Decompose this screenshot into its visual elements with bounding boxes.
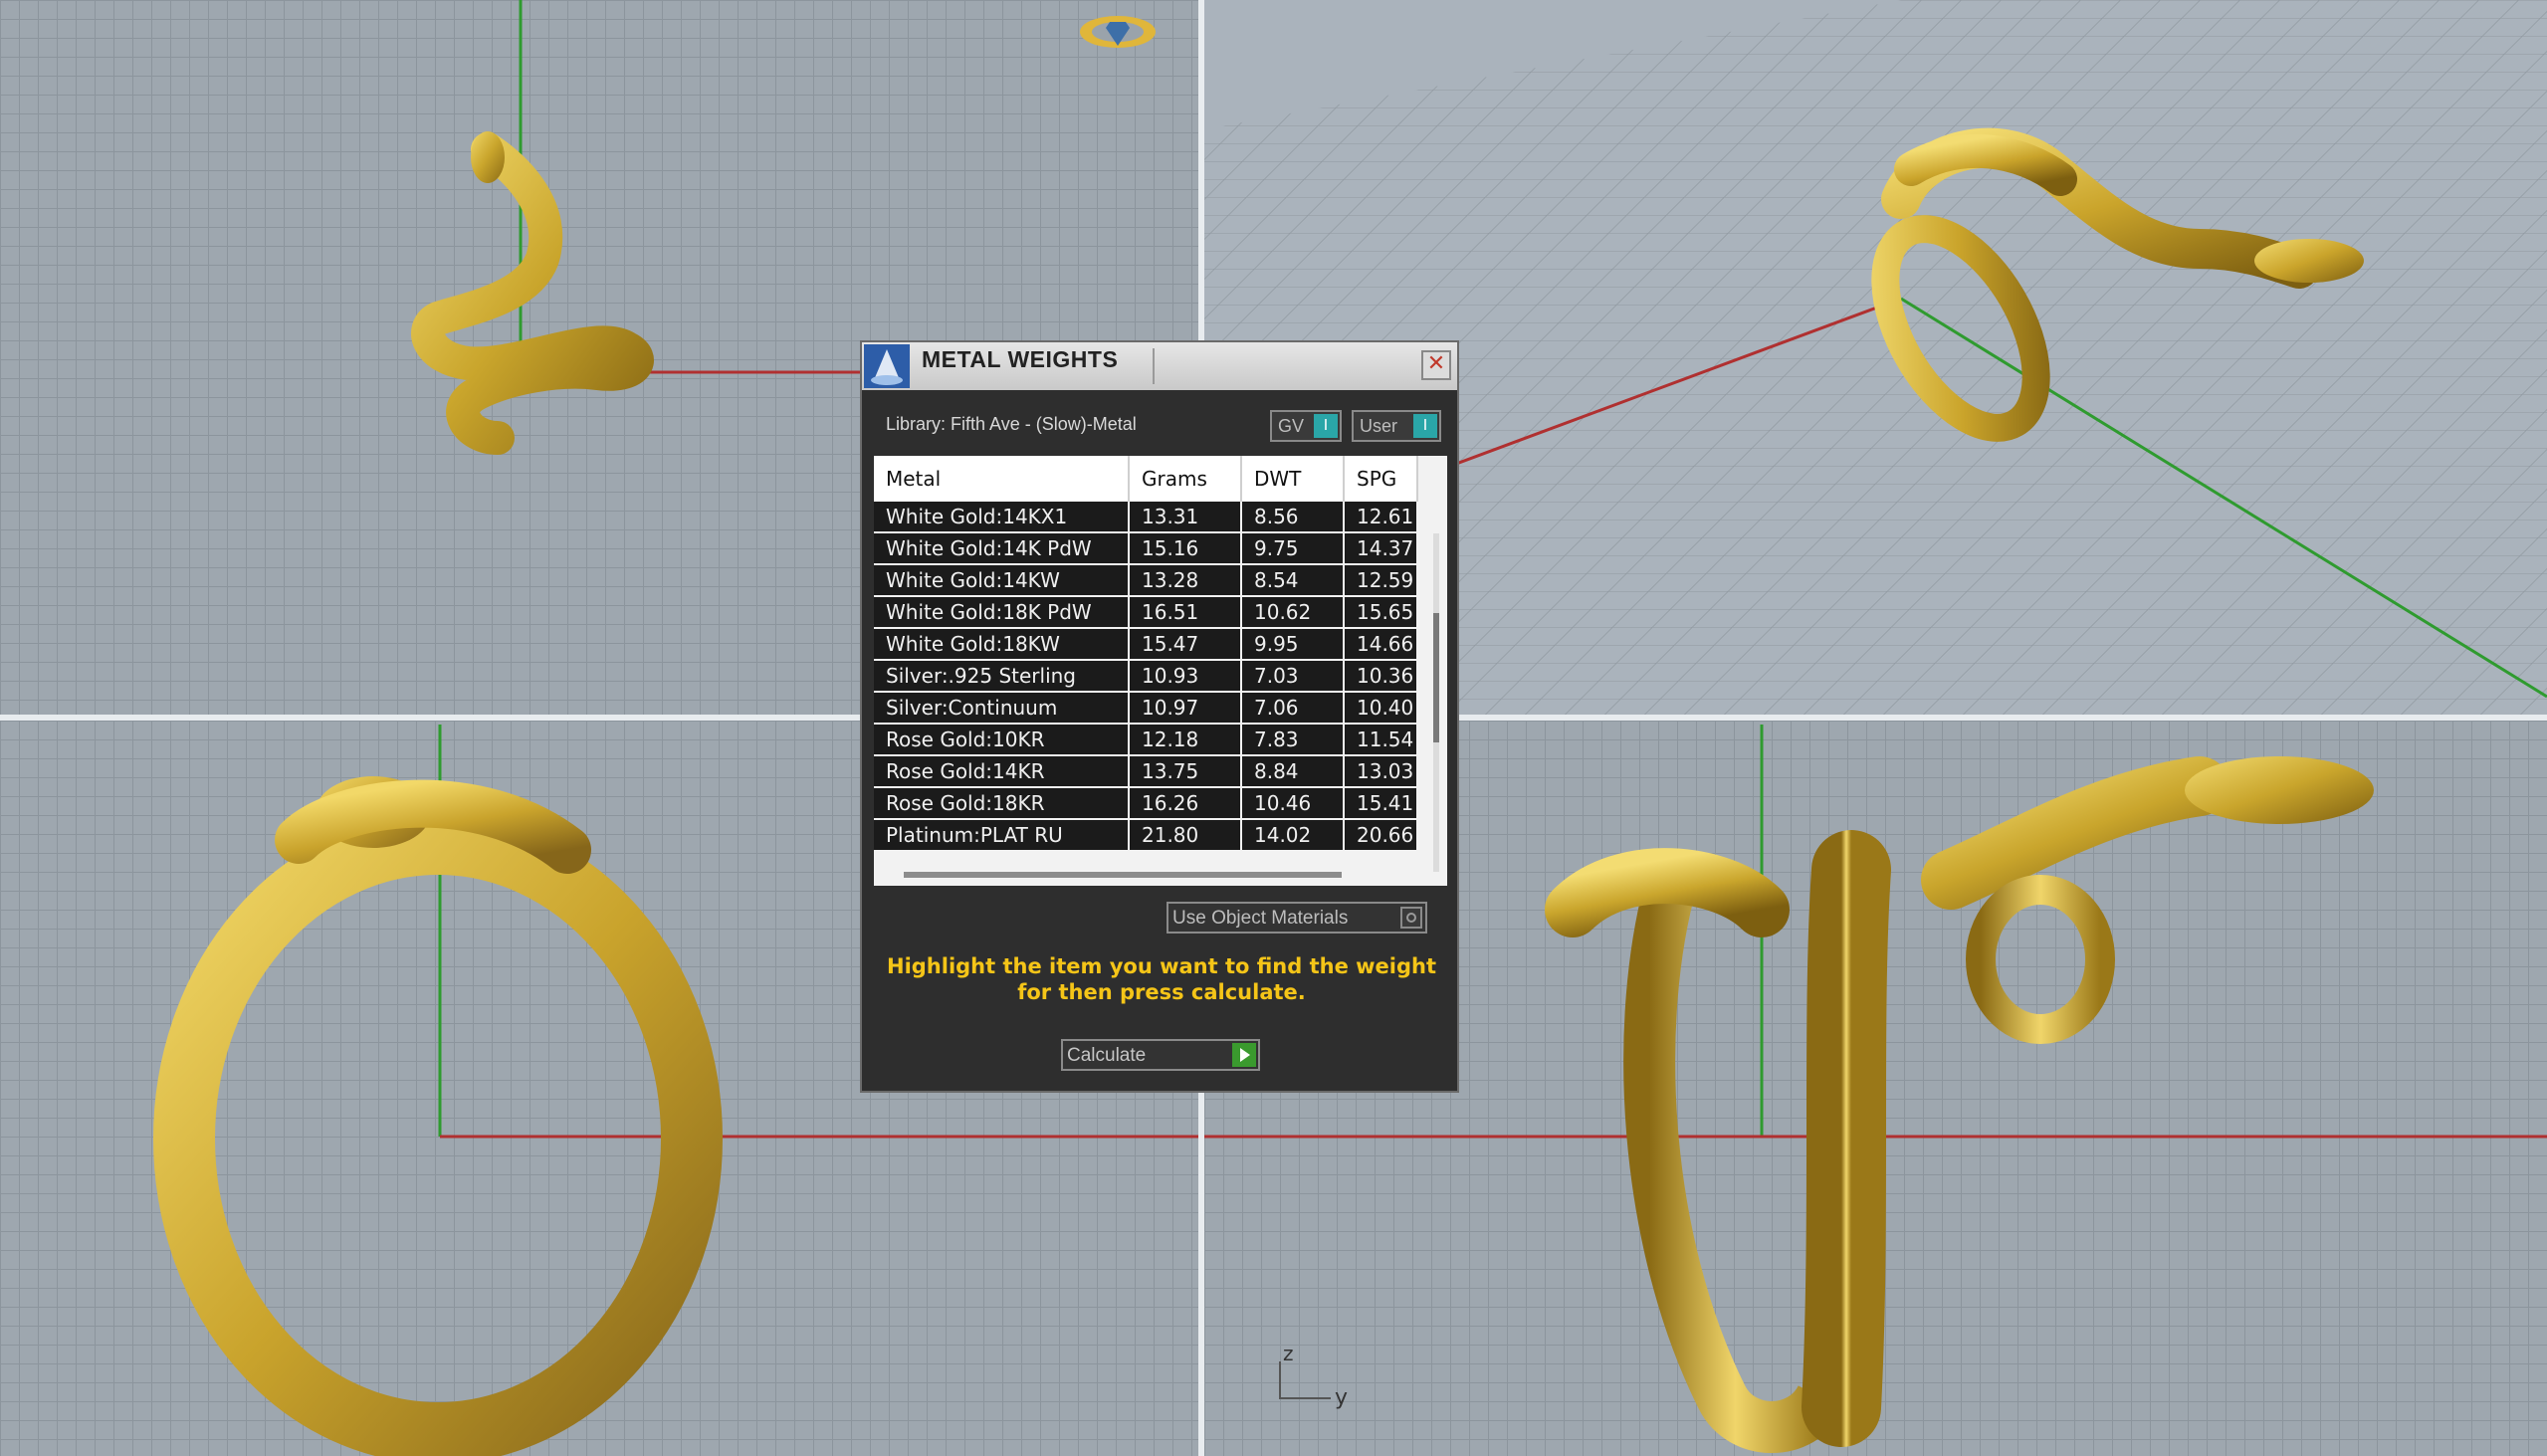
cell-grams[interactable]: 13.31 — [1129, 502, 1242, 533]
cell-spg[interactable]: 14.66 — [1344, 628, 1418, 661]
cell-metal[interactable]: Rose Gold:10KR — [874, 724, 1130, 756]
cell-metal[interactable]: Silver:.925 Sterling — [874, 660, 1130, 693]
cell-metal[interactable]: White Gold:14K PdW — [874, 532, 1130, 565]
cell-grams[interactable]: 16.26 — [1129, 787, 1242, 820]
table-row[interactable]: Rose Gold:10KR 12.18 7.83 11.54 — [874, 724, 1418, 756]
cell-metal[interactable]: White Gold:18KW — [874, 628, 1130, 661]
snake-ring-right-view — [1545, 756, 2374, 1453]
calculate-button[interactable]: Calculate — [1061, 1039, 1260, 1071]
user-toggle-label: User — [1360, 416, 1398, 436]
cell-metal[interactable]: Platinum:PLAT RU — [874, 819, 1130, 852]
cell-metal[interactable]: White Gold:14KX1 — [874, 502, 1130, 533]
cell-dwt[interactable]: 9.75 — [1241, 532, 1345, 565]
play-arrow-icon — [1232, 1043, 1256, 1067]
cell-spg[interactable]: 11.54 — [1344, 724, 1418, 756]
cell-spg[interactable]: 10.40 — [1344, 692, 1418, 725]
vertical-scrollbar-thumb[interactable] — [1433, 613, 1439, 742]
close-icon[interactable]: ✕ — [1421, 350, 1451, 380]
calculate-label: Calculate — [1067, 1045, 1147, 1066]
header-grams[interactable]: Grams — [1129, 456, 1242, 502]
cell-dwt[interactable]: 9.95 — [1241, 628, 1345, 661]
metal-weights-dialog: METAL WEIGHTS ✕ Library: Fifth Ave - (Sl… — [860, 340, 1459, 1093]
radio-icon[interactable] — [1400, 907, 1422, 929]
gv-toggle[interactable]: GV I — [1270, 410, 1342, 442]
cell-dwt[interactable]: 7.06 — [1241, 692, 1345, 725]
table-row[interactable]: Rose Gold:14KR 13.75 8.84 13.03 — [874, 755, 1418, 788]
cell-dwt[interactable]: 7.03 — [1241, 660, 1345, 693]
header-metal[interactable]: Metal — [874, 456, 1130, 502]
snake-ring-front-view — [153, 776, 723, 1456]
horizontal-scrollbar[interactable] — [904, 872, 1342, 878]
header-dwt[interactable]: DWT — [1241, 456, 1345, 502]
cell-grams[interactable]: 13.75 — [1129, 755, 1242, 788]
axis-widget-horizontal — [1279, 1397, 1331, 1399]
toggle-knob-icon: I — [1413, 414, 1437, 438]
table-row[interactable]: Rose Gold:18KR 16.26 10.46 15.41 — [874, 787, 1418, 820]
cell-dwt[interactable]: 8.54 — [1241, 564, 1345, 597]
cell-grams[interactable]: 13.28 — [1129, 564, 1242, 597]
use-object-materials-label: Use Object Materials — [1172, 908, 1349, 929]
cell-spg[interactable]: 12.59 — [1344, 564, 1418, 597]
cell-dwt[interactable]: 7.83 — [1241, 724, 1345, 756]
cell-spg[interactable]: 20.66 — [1344, 819, 1418, 852]
cell-dwt[interactable]: 14.02 — [1241, 819, 1345, 852]
cell-spg[interactable]: 10.36 — [1344, 660, 1418, 693]
header-spg[interactable]: SPG — [1344, 456, 1418, 502]
instruction-hint: Highlight the item you want to find the … — [887, 954, 1436, 1004]
toggle-knob-icon: I — [1314, 414, 1338, 438]
user-toggle[interactable]: User I — [1352, 410, 1441, 442]
axis-label-y: y — [1335, 1385, 1349, 1410]
vertical-scrollbar[interactable] — [1433, 533, 1439, 872]
gemvision-logo-icon — [1080, 16, 1156, 48]
cell-grams[interactable]: 15.16 — [1129, 532, 1242, 565]
cell-spg[interactable]: 15.65 — [1344, 596, 1418, 629]
cell-grams[interactable]: 15.47 — [1129, 628, 1242, 661]
snake-ring-top-view — [411, 131, 654, 455]
table-row[interactable]: Silver:Continuum 10.97 7.06 10.40 — [874, 692, 1418, 725]
cell-metal[interactable]: Rose Gold:14KR — [874, 755, 1130, 788]
dialog-titlebar[interactable]: METAL WEIGHTS ✕ — [862, 342, 1457, 390]
use-object-materials-option[interactable]: Use Object Materials — [1167, 902, 1427, 934]
table-row[interactable]: White Gold:14KW 13.28 8.54 12.59 — [874, 564, 1418, 597]
dialog-title: METAL WEIGHTS — [922, 346, 1119, 372]
table-row[interactable]: White Gold:14KX1 13.31 8.56 12.61 — [874, 502, 1418, 533]
metal-weights-table[interactable]: Metal Grams DWT SPG White Gold:14KX1 13.3… — [874, 456, 1447, 886]
cell-dwt[interactable]: 8.84 — [1241, 755, 1345, 788]
cell-grams[interactable]: 16.51 — [1129, 596, 1242, 629]
cell-spg[interactable]: 15.41 — [1344, 787, 1418, 820]
cell-grams[interactable]: 21.80 — [1129, 819, 1242, 852]
cell-dwt[interactable]: 10.46 — [1241, 787, 1345, 820]
cell-metal[interactable]: Silver:Continuum — [874, 692, 1130, 725]
library-label: Library: Fifth Ave - (Slow)-Metal — [886, 414, 1137, 434]
cell-spg[interactable]: 13.03 — [1344, 755, 1418, 788]
table-row[interactable]: White Gold:18K PdW 16.51 10.62 15.65 — [874, 596, 1418, 629]
cell-spg[interactable]: 14.37 — [1344, 532, 1418, 565]
table-header-row: Metal Grams DWT SPG — [874, 456, 1418, 502]
cell-metal[interactable]: Rose Gold:18KR — [874, 787, 1130, 820]
axis-widget: z y — [1279, 1342, 1359, 1410]
titlebar-separator — [1153, 348, 1155, 384]
cell-dwt[interactable]: 8.56 — [1241, 502, 1345, 533]
table-row[interactable]: White Gold:14K PdW 15.16 9.75 14.37 — [874, 532, 1418, 565]
cell-spg[interactable]: 12.61 — [1344, 502, 1418, 533]
cell-metal[interactable]: White Gold:18K PdW — [874, 596, 1130, 629]
cell-dwt[interactable]: 10.62 — [1241, 596, 1345, 629]
cell-grams[interactable]: 10.93 — [1129, 660, 1242, 693]
gv-toggle-label: GV — [1278, 416, 1305, 436]
table-row[interactable]: White Gold:18KW 15.47 9.95 14.66 — [874, 628, 1418, 661]
table-row[interactable]: Silver:.925 Sterling 10.93 7.03 10.36 — [874, 660, 1418, 693]
cell-metal[interactable]: White Gold:14KW — [874, 564, 1130, 597]
cell-grams[interactable]: 10.97 — [1129, 692, 1242, 725]
table-row[interactable]: Platinum:PLAT RU 21.80 14.02 20.66 — [874, 819, 1418, 852]
axis-widget-vertical — [1279, 1361, 1281, 1397]
axis-label-z: z — [1283, 1342, 1294, 1365]
cell-grams[interactable]: 12.18 — [1129, 724, 1242, 756]
metal-weights-app-icon — [864, 344, 910, 388]
